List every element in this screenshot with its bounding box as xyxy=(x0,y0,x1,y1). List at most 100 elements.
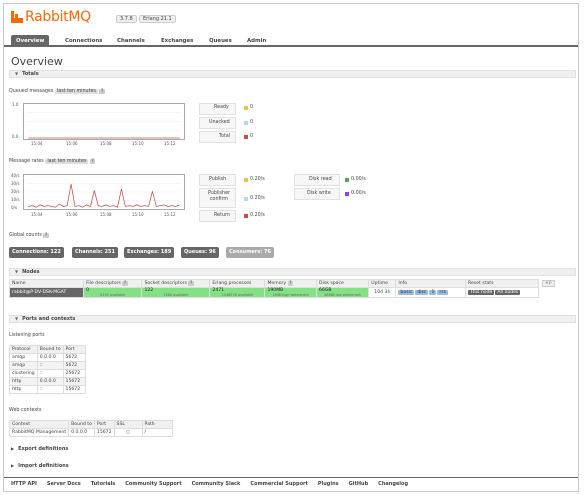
nodes-section-header[interactable]: ▼ Nodes xyxy=(9,268,576,276)
col-ssl: SSL xyxy=(113,420,143,429)
nodes-table: Name File descriptors ? Socket descripto… xyxy=(8,279,539,298)
columns-toggle[interactable]: +/- xyxy=(542,280,556,287)
ready-swatch xyxy=(244,105,248,110)
protocol-cell: amqp xyxy=(9,361,38,370)
footer-link-server-docs[interactable]: Server Docs xyxy=(47,481,81,487)
port-cell: 5672 xyxy=(62,361,86,370)
reset-stats-cell: This node All nodes xyxy=(465,287,539,298)
y-tick: 0.0 xyxy=(12,134,19,139)
legend-publish-label: Publish xyxy=(209,177,227,182)
legend-return-label: Return xyxy=(214,213,230,218)
bound-cell: :: xyxy=(36,369,64,378)
col-name: Name xyxy=(8,279,85,288)
table-row: amqp 0.0.0.0 5672 xyxy=(9,353,86,362)
y-tick: 40/s xyxy=(11,173,20,178)
socket-descriptors-cell: 122 7280 available xyxy=(141,287,211,298)
x-tick: 15:06 xyxy=(66,212,78,217)
footer-link-commercial-support[interactable]: Commercial Support xyxy=(250,481,308,487)
tab-exchanges[interactable]: Exchanges xyxy=(156,35,198,47)
context-cell: RabbitMQ Management xyxy=(8,428,70,437)
footer-link-github[interactable]: GitHub xyxy=(349,481,369,487)
info-badge: basic xyxy=(398,290,415,295)
logo-text: RabbitMQ xyxy=(25,9,91,25)
import-definitions-toggle[interactable]: ▶ Import definitions xyxy=(11,463,69,469)
footer-link-plugins[interactable]: Plugins xyxy=(318,481,339,487)
web-contexts-label: Web contexts xyxy=(9,408,42,413)
legend-confirm-value: 0.20/s xyxy=(244,196,265,201)
col-port: Port xyxy=(62,345,86,354)
x-tick: 15:04 xyxy=(31,141,43,146)
tab-connections[interactable]: Connections xyxy=(60,35,107,47)
tab-admin[interactable]: Admin xyxy=(242,35,271,47)
col-reset-stats: Reset stats xyxy=(465,279,539,288)
bound-cell: 0.0.0.0 xyxy=(36,377,64,386)
uptime-cell: 10d 3h xyxy=(368,287,397,298)
erlang-processes-cell: 2471 1048576 available xyxy=(209,287,266,298)
total-swatch xyxy=(244,134,248,139)
queued-messages-chart xyxy=(23,103,185,140)
info-badge: rss xyxy=(437,290,449,295)
export-definitions-toggle[interactable]: ▶ Export definitions xyxy=(11,446,68,452)
protocol-cell: amqp xyxy=(9,353,38,362)
help-icon[interactable]: ? xyxy=(99,89,105,94)
channels-count-button[interactable]: Channels: 251 xyxy=(72,247,118,258)
tab-channels[interactable]: Channels xyxy=(112,35,150,47)
footer-links: HTTP API Server Docs Tutorials Community… xyxy=(4,477,578,489)
help-icon[interactable]: ? xyxy=(89,159,96,164)
x-tick: 15:10 xyxy=(132,141,144,146)
range-selector[interactable]: last ten minutes xyxy=(45,159,89,164)
x-tick: 15:12 xyxy=(164,141,176,146)
ssl-cell: ○ xyxy=(113,428,143,437)
col-bound-to: Bound to xyxy=(36,345,64,354)
footer-link-changelog[interactable]: Changelog xyxy=(378,481,408,487)
col-port: Port xyxy=(93,420,115,429)
x-tick: 15:10 xyxy=(132,212,144,217)
file-descriptors-cell: 0 8192 available xyxy=(83,287,143,298)
footer-link-tutorials[interactable]: Tutorials xyxy=(91,481,116,487)
footer-link-community-support[interactable]: Community Support xyxy=(125,481,181,487)
legend-disk-write-label: Disk write xyxy=(307,191,331,196)
listening-ports-label: Listening ports xyxy=(9,333,45,338)
totals-section-header[interactable]: ▼ Totals xyxy=(9,70,576,78)
collapse-triangle-icon: ▼ xyxy=(15,316,19,321)
legend-publish-value: 0.20/s xyxy=(244,177,265,182)
reset-this-node-button[interactable]: This node xyxy=(468,290,495,295)
col-info: Info xyxy=(395,279,466,288)
rabbit-logo-icon xyxy=(11,11,23,23)
help-icon[interactable]: ? xyxy=(287,281,293,286)
help-icon[interactable]: ? xyxy=(122,281,128,286)
expand-triangle-icon: ▶ xyxy=(11,446,15,451)
footer-link-community-slack[interactable]: Community Slack xyxy=(192,481,241,487)
range-selector[interactable]: last ten minutes xyxy=(54,89,98,94)
tab-overview[interactable]: Overview xyxy=(11,35,50,47)
confirm-swatch xyxy=(244,196,248,201)
ports-section-header[interactable]: ▼ Ports and contexts xyxy=(9,315,576,323)
col-path: Path xyxy=(141,420,173,429)
info-cell: basic disc 1 rss xyxy=(395,287,466,298)
message-rates-label: Message rates last ten minutes ? xyxy=(9,159,96,164)
x-tick: 15:08 xyxy=(100,212,112,217)
node-name-link[interactable]: rabbit@P-DV-DSK-MGAT xyxy=(8,287,85,298)
exchanges-count-button[interactable]: Exchanges: 189 xyxy=(124,247,175,258)
bound-cell: :: xyxy=(36,361,64,370)
queues-count-button[interactable]: Queues: 96 xyxy=(181,247,219,258)
col-file-descriptors: File descriptors ? xyxy=(83,279,143,288)
bound-cell: 0.0.0.0 xyxy=(68,428,95,437)
port-cell: 25672 xyxy=(62,369,86,378)
col-socket-descriptors: Socket descriptors ? xyxy=(141,279,211,288)
tab-queues[interactable]: Queues xyxy=(204,35,237,47)
collapse-triangle-icon: ▼ xyxy=(15,71,19,76)
col-context: Context xyxy=(8,420,70,429)
help-icon[interactable]: ? xyxy=(43,233,49,238)
help-icon[interactable]: ? xyxy=(188,281,194,286)
footer-link-http-api[interactable]: HTTP API xyxy=(11,481,37,487)
reset-all-nodes-button[interactable]: All nodes xyxy=(495,290,521,295)
port-cell: 15672 xyxy=(93,428,115,437)
y-tick: 30/s xyxy=(11,181,20,186)
table-row: rabbit@P-DV-DSK-MGAT 0 8192 available 122… xyxy=(8,287,539,298)
rabbitmq-logo[interactable]: RabbitMQ xyxy=(11,9,91,25)
consumers-count-button[interactable]: Consumers: 76 xyxy=(226,247,274,258)
info-badge: disc xyxy=(415,290,429,295)
connections-count-button[interactable]: Connections: 122 xyxy=(9,247,64,258)
web-contexts-table: Context Bound to Port SSL Path RabbitMQ Mana… xyxy=(8,420,173,437)
